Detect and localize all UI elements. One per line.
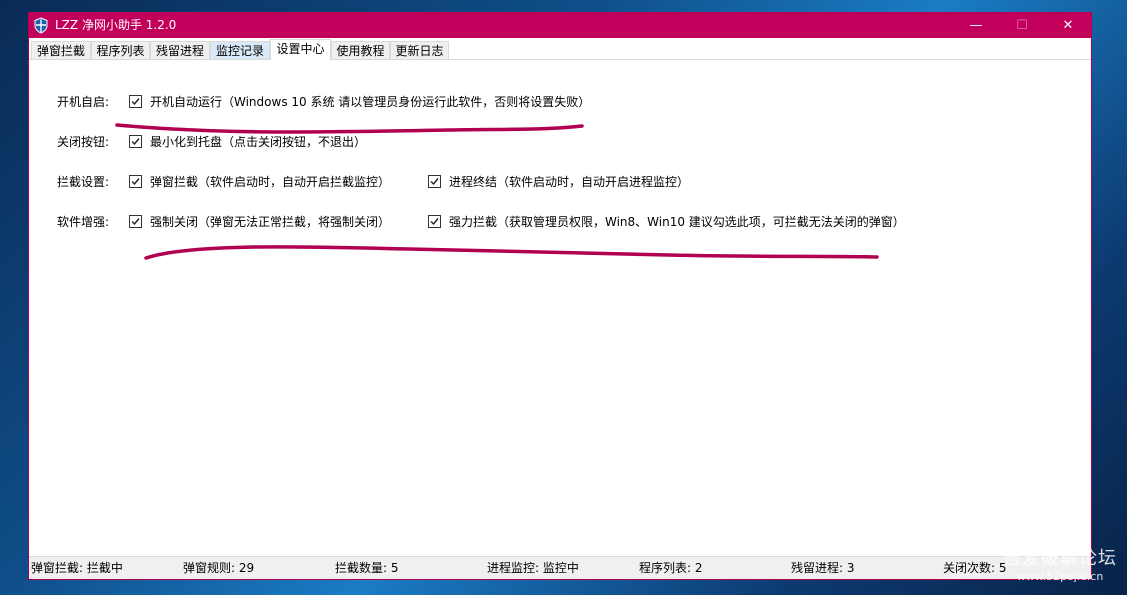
tab-tutorial[interactable]: 使用教程	[331, 41, 390, 59]
title-bar[interactable]: LZZ 净网小助手 1.2.0 — ☐ ✕	[29, 13, 1091, 38]
status-intercept-count: 拦截数量: 5	[335, 561, 399, 575]
annotation-strokes	[115, 123, 879, 260]
status-process-monitor: 进程监控: 监控中	[487, 561, 579, 575]
watermark: 吾爱破解论坛 www.52pojie.cn	[1003, 548, 1117, 583]
watermark-url: www.52pojie.cn	[1016, 569, 1104, 583]
watermark-main: 吾爱破解论坛	[1003, 548, 1117, 570]
status-popup-rules: 弹窗规则: 29	[183, 561, 255, 575]
tab-settings[interactable]: 设置中心	[270, 39, 331, 60]
close-button[interactable]: ✕	[1045, 13, 1091, 38]
minimize-button[interactable]: —	[953, 13, 999, 38]
tab-strip: 弹窗拦截 程序列表 残留进程 监控记录 设置中心 使用教程 更新日志	[29, 39, 1091, 60]
window-title: LZZ 净网小助手 1.2.0	[55, 18, 177, 32]
tab-residual-process[interactable]: 残留进程	[150, 41, 210, 59]
tab-monitor-log[interactable]: 监控记录	[210, 41, 270, 59]
status-close-count: 关闭次数: 5	[943, 561, 1007, 575]
settings-panel: 开机自启: 开机自动运行（Windows 10 系统 请以管理员身份运行此软件，…	[29, 60, 1091, 557]
status-program-list: 程序列表: 2	[639, 561, 703, 575]
tab-program-list[interactable]: 程序列表	[91, 41, 150, 59]
status-bar: 弹窗拦截: 拦截中 弹窗规则: 29 拦截数量: 5 进程监控: 监控中 程序列…	[29, 556, 1091, 579]
status-residual-process: 残留进程: 3	[791, 561, 855, 575]
shield-icon	[33, 17, 49, 34]
tab-popup-intercept[interactable]: 弹窗拦截	[31, 41, 91, 59]
maximize-button[interactable]: ☐	[999, 13, 1045, 38]
status-popup-intercept: 弹窗拦截: 拦截中	[31, 561, 123, 575]
app-window: LZZ 净网小助手 1.2.0 — ☐ ✕ 弹窗拦截 程序列表 残留进程 监控记…	[28, 12, 1092, 580]
tab-changelog[interactable]: 更新日志	[390, 41, 449, 59]
